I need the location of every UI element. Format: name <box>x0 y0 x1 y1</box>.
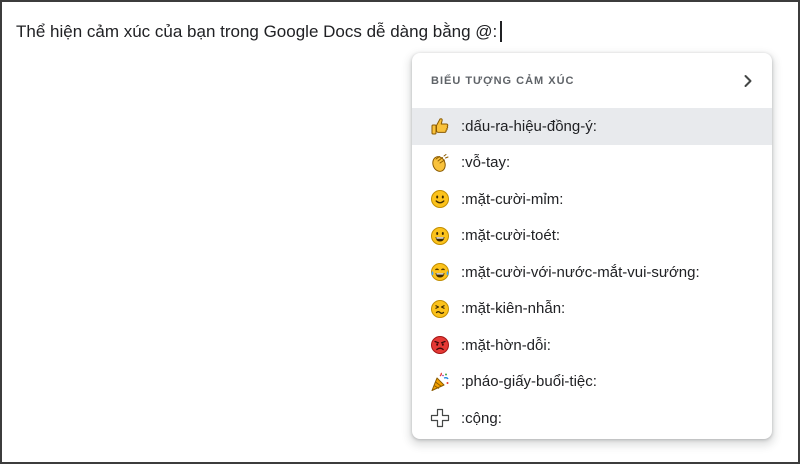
emoji-option-clapping-hands[interactable]: :vỗ-tay: <box>412 145 772 182</box>
persevering-face-icon <box>430 299 450 319</box>
emoji-option-pouting[interactable]: :mặt-hờn-dỗi: <box>412 327 772 364</box>
slightly-smiling-face-icon <box>430 189 450 209</box>
emoji-option-label: :mặt-cười-mỉm: <box>461 190 564 208</box>
grinning-face-icon <box>430 226 450 246</box>
emoji-option-label: :mặt-kiên-nhẫn: <box>461 300 566 318</box>
pouting-face-icon <box>430 335 450 355</box>
chevron-right-icon[interactable] <box>738 71 758 91</box>
popup-header[interactable]: BIỂU TƯỢNG CẢM XÚC <box>412 53 772 109</box>
emoji-option-label: :mặt-cười-với-nước-mắt-vui-sướng: <box>461 263 700 281</box>
emoji-option-persevering[interactable]: :mặt-kiên-nhẫn: <box>412 291 772 328</box>
text-cursor <box>500 21 502 42</box>
popup-title: BIỂU TƯỢNG CẢM XÚC <box>431 75 575 87</box>
clapping-hands-icon <box>430 153 450 173</box>
emoji-list: :dấu-ra-hiệu-đồng-ý: :vỗ-tay::mặt-cười-… <box>412 108 772 437</box>
emoji-option-slightly-smiling[interactable]: :mặt-cười-mỉm: <box>412 181 772 218</box>
document-text: Thể hiện cảm xúc của bạn trong Google Do… <box>16 21 498 41</box>
document-frame: Thể hiện cảm xúc của bạn trong Google Do… <box>0 0 800 464</box>
thumbs-up-icon <box>430 116 450 136</box>
emoji-option-label: :dấu-ra-hiệu-đồng-ý: <box>461 117 597 135</box>
emoji-option-label: :cộng: <box>461 409 502 427</box>
emoji-suggestion-popup: BIỂU TƯỢNG CẢM XÚC :dấu-ra-hiệu-đồng-ý: <box>412 53 772 439</box>
emoji-option-party-popper[interactable]: :pháo-giấy-buổi-tiệc: <box>412 364 772 401</box>
emoji-option-label: :pháo-giấy-buổi-tiệc: <box>461 373 597 391</box>
face-with-tears-of-joy-icon <box>430 262 450 282</box>
emoji-option-label: :vỗ-tay: <box>461 154 511 172</box>
emoji-option-thumbs-up[interactable]: :dấu-ra-hiệu-đồng-ý: <box>412 108 772 145</box>
document-text-line[interactable]: Thể hiện cảm xúc của bạn trong Google Do… <box>16 21 502 42</box>
emoji-option-tears-of-joy[interactable]: :mặt-cười-với-nước-mắt-vui-sướng: <box>412 254 772 291</box>
emoji-option-label: :mặt-hờn-dỗi: <box>461 336 551 354</box>
plus-icon <box>430 408 450 428</box>
emoji-option-grinning[interactable]: :mặt-cười-toét: <box>412 218 772 255</box>
emoji-option-label: :mặt-cười-toét: <box>461 227 561 245</box>
party-popper-icon <box>430 372 450 392</box>
emoji-option-plus[interactable]: :cộng: <box>412 400 772 437</box>
